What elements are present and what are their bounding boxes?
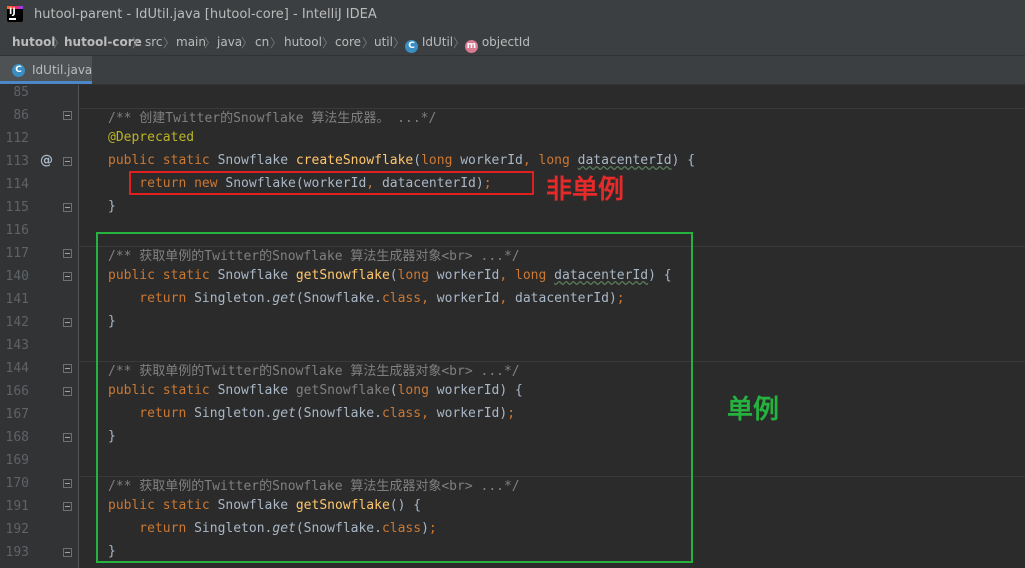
non-singleton-label: 非单例 (546, 175, 625, 205)
fold-toggle-icon[interactable] (63, 111, 72, 120)
code-text: /** 创建Twitter的Snowflake 算法生成器。 ...*/ (108, 107, 436, 126)
breadcrumb-item-idutil[interactable]: C IdUtil (405, 35, 453, 53)
singleton-label: 单例 (727, 395, 780, 425)
code-token: ( (413, 153, 422, 168)
code-text: } (108, 199, 116, 214)
code-token: long (538, 153, 578, 168)
chevron-right-icon: 〉 (241, 36, 254, 50)
line-number: 191 (5, 499, 29, 514)
line-number: 166 (5, 384, 29, 399)
line-number: 112 (5, 131, 29, 146)
tab-idutil-java[interactable]: C IdUtil.java (0, 56, 92, 84)
tab-label: IdUtil.java (32, 63, 93, 77)
fold-toggle-icon[interactable] (63, 364, 72, 373)
line-number: 114 (5, 177, 29, 192)
breadcrumb-item-java[interactable]: java (217, 35, 242, 49)
fold-toggle-icon[interactable] (63, 318, 72, 327)
title-bar: IJ hutool-parent - IdUtil.java [hutool-c… (0, 0, 1025, 30)
line-number: 170 (5, 476, 29, 491)
fold-toggle-icon[interactable] (63, 203, 72, 212)
line-number: 116 (5, 223, 29, 238)
code-line[interactable]: 86 /** 创建Twitter的Snowflake 算法生成器。 ...*/ (0, 105, 1025, 128)
fold-toggle-icon[interactable] (63, 272, 72, 281)
code-token: createSnowflake (295, 153, 414, 168)
line-number: 117 (5, 246, 29, 261)
fold-toggle-icon[interactable] (63, 249, 72, 258)
code-token: } (108, 199, 116, 214)
code-token: datacenterId (577, 153, 672, 168)
fold-toggle-icon[interactable] (63, 479, 72, 488)
line-number: 167 (5, 407, 29, 422)
code-token: long (421, 153, 461, 168)
window-title: hutool-parent - IdUtil.java [hutool-core… (34, 7, 377, 22)
breadcrumb-item-objectid[interactable]: m objectId (465, 35, 530, 53)
code-token: workerId (460, 153, 523, 168)
code-token: , (522, 153, 539, 168)
chevron-right-icon: 〉 (132, 36, 145, 50)
breadcrumb-label-idutil: IdUtil (421, 35, 454, 49)
chevron-right-icon: 〉 (393, 36, 406, 50)
breadcrumb-item-hutool-core[interactable]: hutool-core (64, 35, 142, 49)
code-token: public static (108, 153, 218, 168)
breadcrumb-label-objectid: objectId (481, 35, 530, 49)
line-number: 169 (5, 453, 29, 468)
line-number: 140 (5, 269, 29, 284)
code-token: ) { (671, 153, 696, 168)
line-number: 85 (13, 85, 29, 100)
class-icon: C (12, 64, 25, 77)
fold-toggle-icon[interactable] (63, 387, 72, 396)
non-singleton-highlight (129, 171, 534, 195)
line-number: 141 (5, 292, 29, 307)
intellij-icon: IJ (7, 6, 23, 22)
line-number: 86 (13, 108, 29, 123)
line-number: 168 (5, 430, 29, 445)
chevron-right-icon: 〉 (270, 36, 283, 50)
fold-toggle-icon[interactable] (63, 157, 72, 166)
breadcrumb-item-main[interactable]: main (176, 35, 206, 49)
line-number: 142 (5, 315, 29, 330)
code-line[interactable]: 112 @Deprecated (0, 128, 1025, 151)
breadcrumb-item-src[interactable]: src (145, 35, 163, 49)
editor-tab-bar: C IdUtil.java (0, 56, 1025, 85)
chevron-right-icon: 〉 (204, 36, 217, 50)
chevron-right-icon: 〉 (362, 36, 375, 50)
line-number: 144 (5, 361, 29, 376)
line-number: 115 (5, 200, 29, 215)
breadcrumb-item-core[interactable]: core (335, 35, 361, 49)
code-token: /** 创建Twitter的Snowflake 算法生成器。 ...*/ (108, 111, 437, 126)
override-marker-icon[interactable]: @ (40, 153, 53, 168)
code-text: @Deprecated (108, 130, 194, 145)
chevron-right-icon: 〉 (322, 36, 335, 50)
fold-toggle-icon[interactable] (63, 433, 72, 442)
code-text: public static Snowflake createSnowflake(… (108, 153, 695, 168)
breadcrumb: hutool 〉 hutool-core 〉 src 〉 main 〉 java… (0, 30, 1025, 56)
line-number: 192 (5, 522, 29, 537)
line-number: 193 (5, 545, 29, 560)
fold-toggle-icon[interactable] (63, 502, 72, 511)
breadcrumb-item-hutool-pkg[interactable]: hutool (284, 35, 322, 49)
code-token: @Deprecated (108, 130, 195, 145)
line-number: 143 (5, 338, 29, 353)
code-line[interactable]: 115} (0, 197, 1025, 220)
breadcrumb-item-util[interactable]: util (374, 35, 393, 49)
breadcrumb-item-hutool[interactable]: hutool (12, 35, 55, 49)
code-token: Snowflake (217, 153, 296, 168)
code-line[interactable]: 85 (0, 82, 1025, 105)
chevron-right-icon: 〉 (163, 36, 176, 50)
fold-toggle-icon[interactable] (63, 548, 72, 557)
singleton-highlight (96, 232, 693, 563)
line-number: 113 (5, 154, 29, 169)
breadcrumb-item-cn[interactable]: cn (255, 35, 269, 49)
chevron-right-icon: 〉 (453, 36, 466, 50)
method-icon: m (465, 40, 478, 53)
class-icon: C (405, 40, 418, 53)
